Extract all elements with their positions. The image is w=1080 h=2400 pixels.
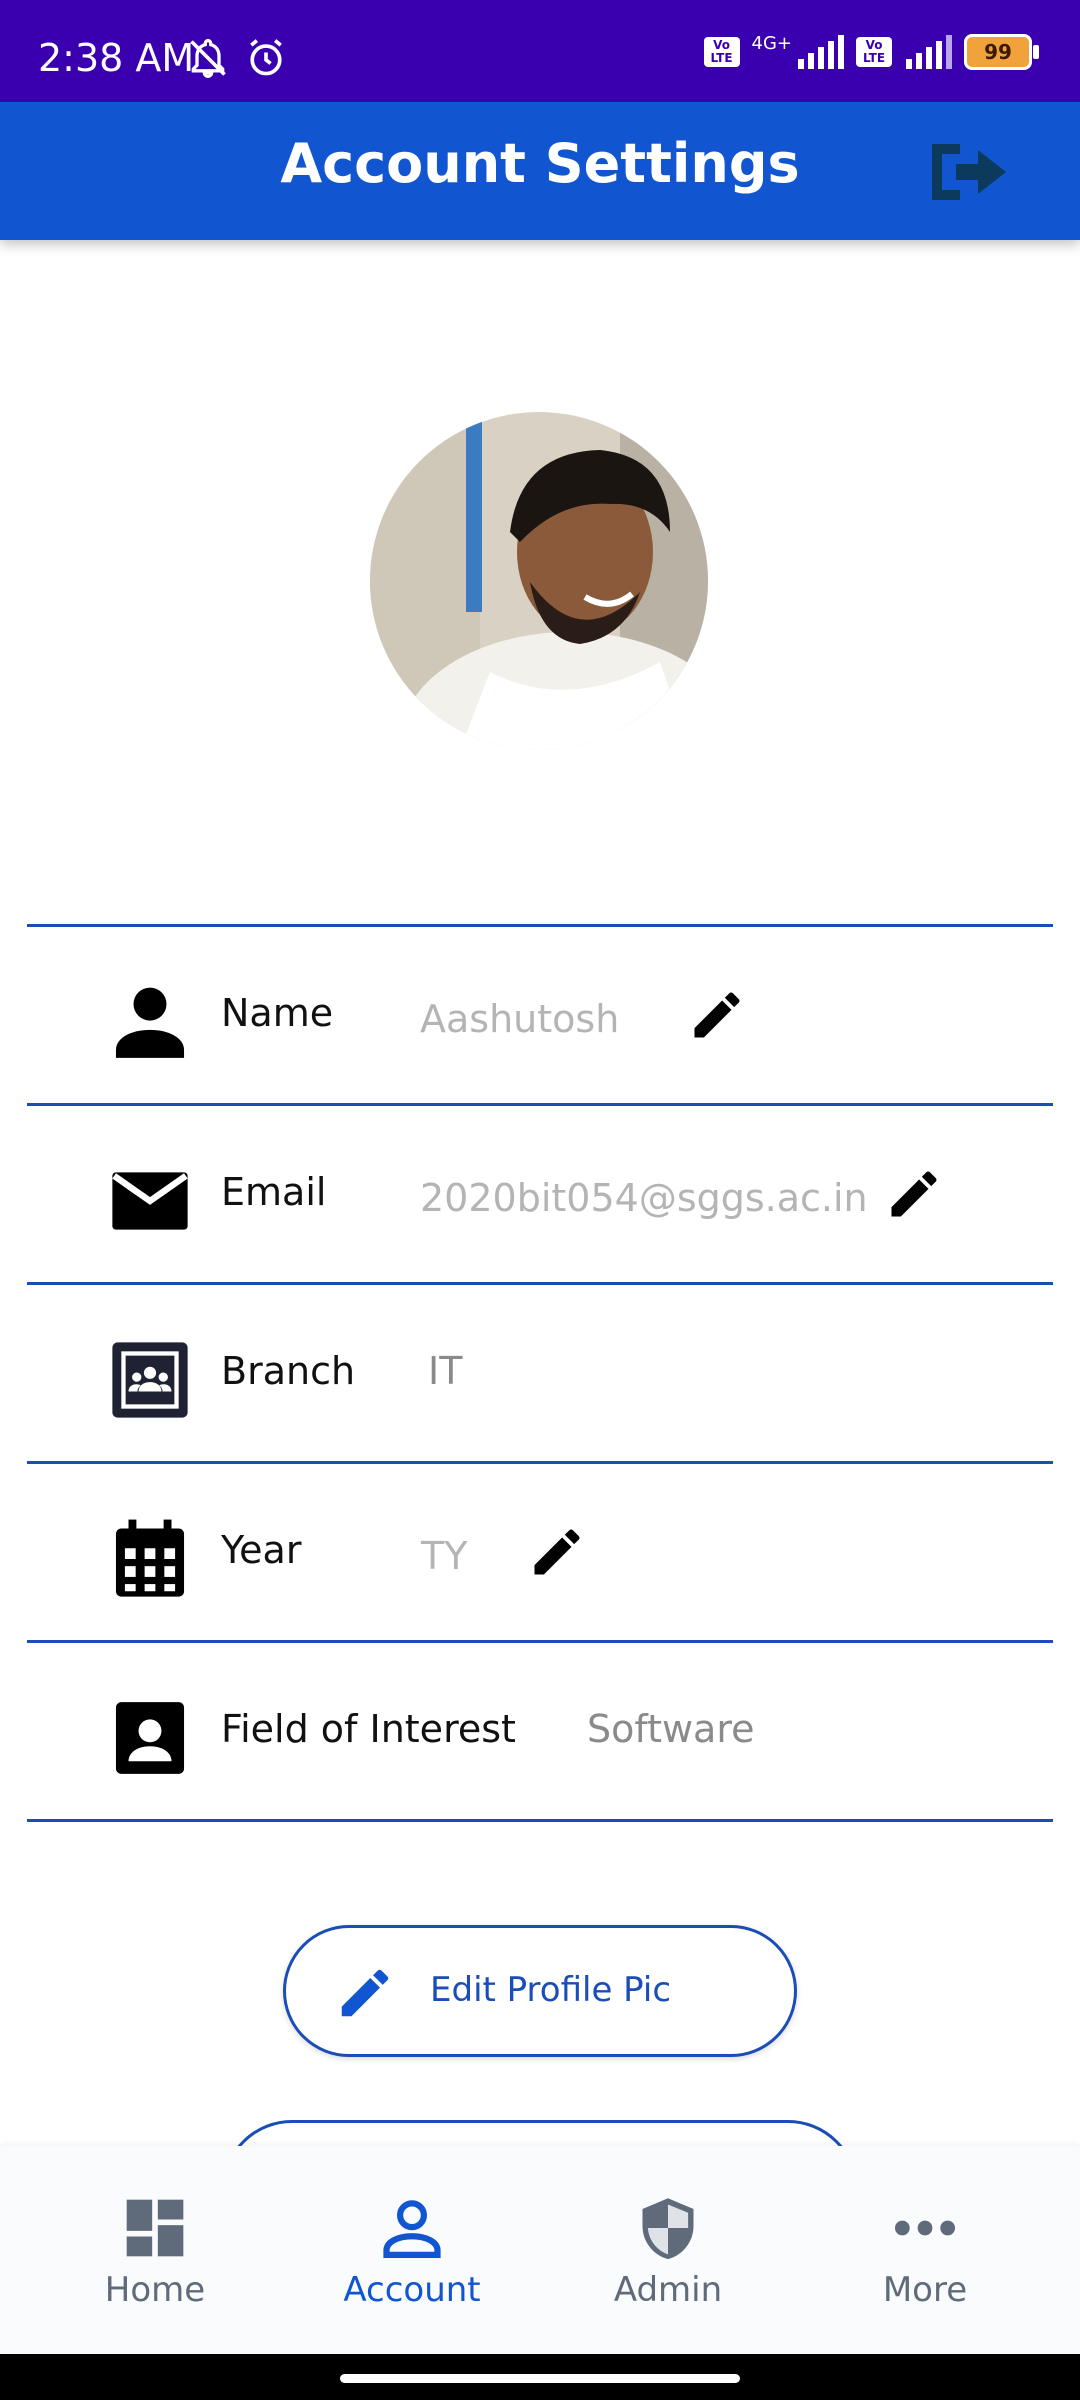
status-bar: 2:38 AM Vo LTE 4G+ Vo LTE 99 (0, 0, 1080, 102)
year-value: TY (421, 1534, 468, 1578)
mail-icon (112, 1172, 188, 1230)
app-bar: Account Settings (0, 102, 1080, 240)
pencil-icon (341, 1969, 389, 2017)
edit-year-icon[interactable] (527, 1522, 587, 1582)
nav-more-label: More (882, 2270, 968, 2310)
home-gesture-bar[interactable] (340, 2374, 740, 2383)
network-type: 4G+ (751, 32, 792, 54)
edit-profile-pic-label: Edit Profile Pic (430, 1970, 672, 2010)
calendar-icon (115, 1519, 185, 1597)
name-label: Name (221, 991, 334, 1035)
nav-admin[interactable]: Admin (533, 2146, 803, 2354)
volte-badge: Vo LTE (703, 37, 740, 67)
info-row-year: Year TY (27, 1461, 1053, 1640)
field-of-interest-label: Field of Interest (221, 1707, 516, 1751)
nav-account[interactable]: Account (277, 2146, 547, 2354)
info-row-name: Name Aashutosh (27, 924, 1053, 1103)
badge-icon (115, 1702, 185, 1774)
nav-account-label: Account (343, 2270, 481, 2310)
status-time: 2:38 AM (38, 36, 195, 80)
bell-off-icon (190, 39, 226, 78)
page-title: Account Settings (280, 132, 800, 195)
name-value: Aashutosh (420, 997, 620, 1041)
dashboard-icon (126, 2199, 184, 2257)
branch-value: IT (428, 1349, 463, 1393)
status-left-icons (186, 36, 288, 80)
account-icon (383, 2200, 441, 2259)
nav-admin-label: Admin (613, 2270, 723, 2310)
shield-icon (642, 2198, 694, 2260)
signal-icon-2 (906, 35, 952, 69)
nav-home[interactable]: Home (20, 2146, 290, 2354)
profile-info-list: Name Aashutosh Email 2020bit054@sggs.ac.… (27, 924, 1053, 1822)
branch-label: Branch (221, 1349, 356, 1393)
info-row-field-of-interest: Field of Interest Software (27, 1640, 1053, 1822)
email-value: 2020bit054@sggs.ac.in (420, 1176, 868, 1220)
status-right-icons: Vo LTE 4G+ Vo LTE 99 (703, 32, 1039, 70)
volte-badge-2: Vo LTE (856, 37, 892, 67)
email-label: Email (221, 1170, 327, 1214)
logout-icon[interactable] (926, 136, 1010, 208)
nav-home-label: Home (104, 2270, 206, 2310)
gesture-navigation-area (0, 2354, 1080, 2400)
year-label: Year (221, 1528, 302, 1572)
bottom-navigation: Home Account Admin More (0, 2146, 1080, 2354)
edit-name-icon[interactable] (687, 985, 747, 1045)
more-icon (894, 2220, 956, 2236)
classroom-icon (112, 1342, 188, 1418)
person-icon (115, 987, 185, 1058)
battery-indicator: 99 (964, 34, 1039, 70)
edit-profile-pic-button[interactable]: Edit Profile Pic (283, 1925, 797, 2057)
info-row-branch: Branch IT (27, 1282, 1053, 1461)
edit-email-icon[interactable] (884, 1164, 944, 1224)
alarm-icon (250, 39, 282, 76)
field-of-interest-value: Software (587, 1707, 755, 1751)
info-row-email: Email 2020bit054@sggs.ac.in (27, 1103, 1053, 1282)
profile-avatar (370, 412, 708, 750)
nav-more[interactable]: More (790, 2146, 1060, 2354)
signal-icon (798, 35, 844, 69)
